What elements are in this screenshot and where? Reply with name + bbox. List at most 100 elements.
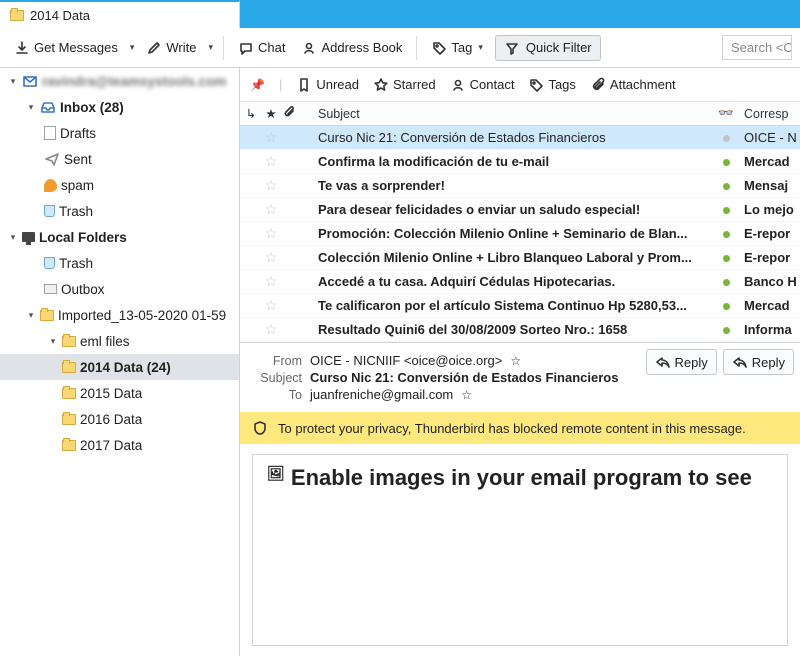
message-row[interactable]: ☆ Te calificaron por el artículo Sistema … [240, 294, 800, 318]
filter-contact[interactable]: Contact [450, 77, 515, 93]
message-row[interactable]: ☆Curso Nic 21: Conversión de Estados Fin… [240, 126, 800, 150]
trash-icon [44, 205, 55, 217]
reply-button[interactable]: Reply [646, 349, 717, 375]
imported-folder-row[interactable]: ▾ Imported_13-05-2020 01-59 [0, 302, 239, 328]
message-list-header: ↳ ★ Subject 👓 Corresp [240, 102, 800, 126]
folder-icon [40, 310, 54, 321]
tag-button[interactable]: Tag ▾ [425, 36, 491, 60]
col-correspondent[interactable]: Corresp [740, 107, 800, 121]
filter-toolbar: 📌 | Unread Starred Contact Tags Attachme… [240, 68, 800, 102]
subject-value: Curso Nic 21: Conversión de Estados Fina… [310, 370, 618, 385]
folder-icon [62, 414, 76, 425]
message-row[interactable]: ☆ Para desear felicidades o enviar un sal… [240, 198, 800, 222]
folder-icon [62, 440, 76, 451]
folder-icon [62, 388, 76, 399]
message-correspondent: Banco H [740, 274, 800, 289]
message-subject: Te calificaron por el artículo Sistema C… [298, 298, 712, 313]
trash-row[interactable]: Trash [0, 198, 239, 224]
spam-row[interactable]: spam [0, 172, 239, 198]
from-value[interactable]: OICE - NICNIIF <oice@oice.org> [310, 353, 502, 368]
computer-icon [22, 232, 35, 242]
col-thread[interactable]: ↳ [240, 106, 262, 121]
col-attachment[interactable] [280, 106, 298, 121]
message-correspondent: Mercad [740, 298, 800, 313]
message-row[interactable]: ☆Confirma la modificación de tu e-mailMe… [240, 150, 800, 174]
star-icon[interactable]: ☆ [265, 297, 278, 313]
local-folders-row[interactable]: ▾ Local Folders [0, 224, 239, 250]
star-icon[interactable]: ☆ [265, 177, 278, 193]
folder-icon [62, 362, 76, 373]
folder-2015-row[interactable]: 2015 Data [0, 380, 239, 406]
folder-icon [62, 336, 76, 347]
drafts-row[interactable]: Drafts [0, 120, 239, 146]
search-input[interactable]: Search <C [722, 35, 792, 60]
star-icon[interactable]: ☆ [461, 388, 472, 402]
message-body: 🖼 Enable images in your email program to… [252, 454, 788, 646]
message-row[interactable]: ☆Resultado Quini6 del 30/08/2009 Sorteo … [240, 318, 800, 342]
get-messages-dropdown[interactable]: ▾ [128, 42, 137, 53]
message-correspondent: OICE - N [740, 130, 800, 145]
window-tab[interactable]: 2014 Data [0, 0, 240, 28]
col-read[interactable]: 👓 [712, 106, 740, 121]
message-subject: Accedé a tu casa. Adquirí Cédulas Hipote… [298, 274, 712, 289]
message-subject: Te vas a sorprender! [298, 178, 712, 193]
star-icon[interactable]: ☆ [265, 321, 278, 337]
caret-down-icon: ▾ [8, 76, 18, 87]
filter-attachment[interactable]: Attachment [590, 77, 676, 93]
message-list: ☆Curso Nic 21: Conversión de Estados Fin… [240, 126, 800, 342]
star-icon[interactable]: ☆ [265, 129, 278, 145]
to-label: To [252, 388, 302, 402]
funnel-icon [504, 40, 520, 56]
reply-all-button[interactable]: Reply [723, 349, 794, 375]
pin-icon[interactable]: 📌 [250, 78, 265, 92]
write-button[interactable]: Write [140, 36, 202, 60]
get-messages-button[interactable]: Get Messages [8, 36, 124, 60]
folder-2017-row[interactable]: 2017 Data [0, 432, 239, 458]
read-dot-icon [723, 279, 730, 286]
paperclip-icon [590, 77, 606, 93]
sent-row[interactable]: Sent [0, 146, 239, 172]
star-icon[interactable]: ☆ [265, 273, 278, 289]
write-dropdown[interactable]: ▾ [206, 42, 215, 53]
quick-filter-button[interactable]: Quick Filter [495, 35, 601, 61]
star-icon[interactable]: ☆ [265, 225, 278, 241]
message-row[interactable]: ☆Colección Milenio Online + Libro Blanqu… [240, 246, 800, 270]
folder-2016-row[interactable]: 2016 Data [0, 406, 239, 432]
outbox-row[interactable]: Outbox [0, 276, 239, 302]
filter-tags[interactable]: Tags [528, 77, 575, 93]
caret-down-icon: ▾ [26, 102, 36, 113]
star-icon[interactable]: ☆ [265, 153, 278, 169]
reply-icon [655, 354, 671, 370]
address-book-icon [301, 40, 317, 56]
to-value[interactable]: juanfreniche@gmail.com [310, 387, 453, 402]
star-icon[interactable]: ☆ [265, 201, 278, 217]
star-icon[interactable]: ☆ [510, 354, 521, 368]
caret-down-icon: ▾ [8, 232, 18, 243]
col-subject[interactable]: Subject [298, 107, 712, 121]
main-toolbar: Get Messages ▾ Write ▾ Chat Address Book… [0, 28, 800, 68]
flame-icon [44, 179, 57, 192]
address-book-button[interactable]: Address Book [295, 36, 408, 60]
message-row[interactable]: ☆Te vas a sorprender!Mensaj [240, 174, 800, 198]
message-subject: Para desear felicidades o enviar un salu… [298, 202, 712, 217]
account-row[interactable]: ▾ ravindra@teamsystools.com [0, 68, 239, 94]
message-row[interactable]: ☆ Accedé a tu casa. Adquirí Cédulas Hipot… [240, 270, 800, 294]
local-trash-row[interactable]: Trash [0, 250, 239, 276]
chat-icon [238, 40, 254, 56]
folder-2014-row[interactable]: 2014 Data (24) [0, 354, 239, 380]
star-icon[interactable]: ☆ [265, 249, 278, 265]
read-dot-icon [723, 159, 730, 166]
filter-unread[interactable]: Unread [296, 77, 359, 93]
col-star[interactable]: ★ [262, 106, 280, 121]
message-subject: Confirma la modificación de tu e-mail [298, 154, 712, 169]
chat-button[interactable]: Chat [232, 36, 291, 60]
filter-starred[interactable]: Starred [373, 77, 436, 93]
read-dot-icon [723, 135, 730, 142]
inbox-row[interactable]: ▾ Inbox (28) [0, 94, 239, 120]
read-dot-icon [723, 183, 730, 190]
caret-down-icon: ▾ [26, 310, 36, 321]
read-dot-icon [723, 327, 730, 334]
eml-folder-row[interactable]: ▾ eml files [0, 328, 239, 354]
reply-icon [732, 354, 748, 370]
message-row[interactable]: ☆Promoción: Colección Milenio Online + S… [240, 222, 800, 246]
